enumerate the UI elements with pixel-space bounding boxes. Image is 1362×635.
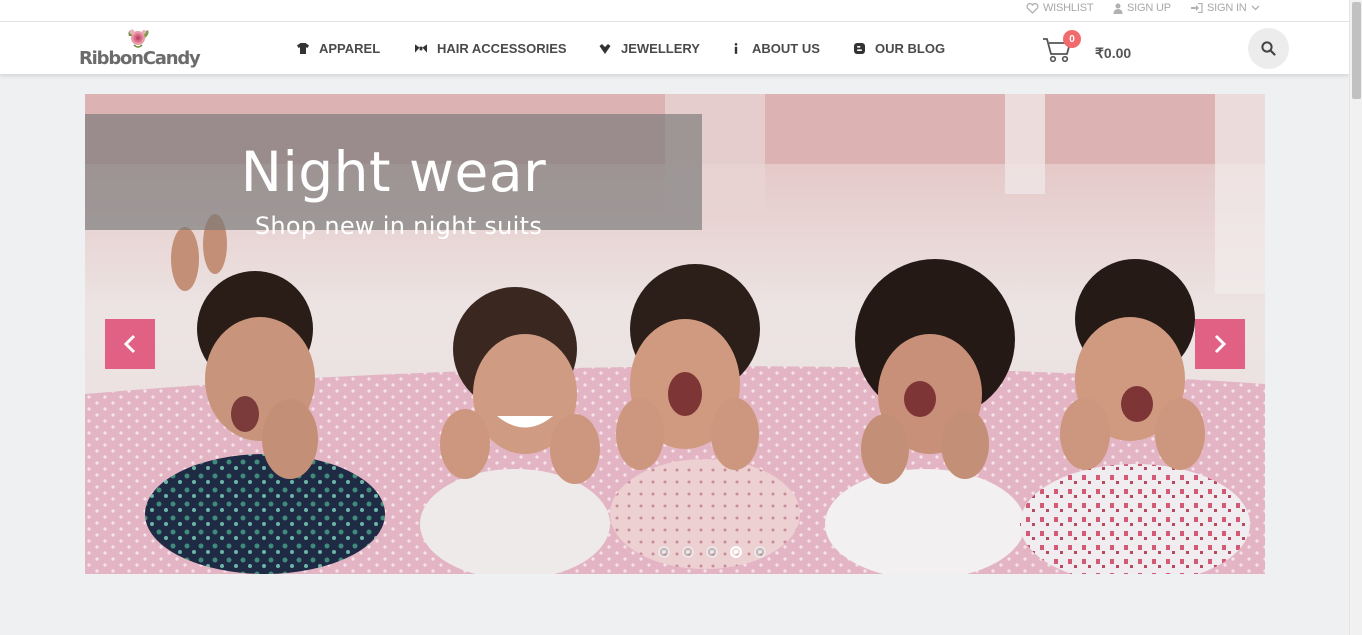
wishlist-label: WISHLIST — [1043, 2, 1094, 14]
brand-name: RibbonCandy — [79, 48, 201, 69]
cart-total: ₹0.00 — [1095, 45, 1132, 61]
brand-logo[interactable]: RibbonCandy — [79, 26, 201, 70]
signup-link[interactable]: SIGN UP — [1113, 2, 1171, 14]
slide-caption: Night wear Shop new in night suits — [85, 114, 702, 240]
slider-dot-1[interactable] — [658, 546, 670, 558]
signin-link[interactable]: SIGN IN — [1191, 2, 1260, 14]
hero-slider: Night wear Shop new in night suits — [85, 94, 1265, 574]
search-icon — [1261, 41, 1276, 56]
nav-hair-accessories[interactable]: HAIR ACCESSORIES — [415, 22, 567, 74]
info-icon — [730, 42, 742, 54]
nav-about-us[interactable]: ABOUT US — [730, 22, 820, 74]
slider-next-button[interactable] — [1195, 319, 1245, 369]
slide-subtitle: Shop new in night suits — [254, 212, 543, 240]
nav-our-blog[interactable]: OUR BLOG — [853, 22, 945, 74]
nav-apparel[interactable]: APPAREL — [297, 22, 380, 74]
slide-title: Night wear — [240, 140, 547, 204]
user-icon — [1113, 3, 1123, 14]
chevron-down-icon — [1251, 5, 1260, 11]
slider-dot-5[interactable] — [754, 546, 766, 558]
top-utility-bar: WISHLIST SIGN UP SIGN IN — [0, 0, 1349, 22]
nav-label: JEWELLERY — [621, 40, 700, 56]
nav-label: APPAREL — [319, 40, 381, 56]
slider-prev-button[interactable] — [105, 319, 155, 369]
nav-label: HAIR ACCESSORIES — [437, 40, 567, 56]
signin-label: SIGN IN — [1207, 2, 1247, 14]
slider-dot-4[interactable] — [730, 546, 742, 558]
nav-label: OUR BLOG — [875, 40, 946, 56]
nav-jewellery[interactable]: JEWELLERY — [599, 22, 700, 74]
search-button[interactable] — [1248, 28, 1289, 69]
bow-icon — [415, 42, 427, 54]
slider-dot-2[interactable] — [682, 546, 694, 558]
cart-count-badge: 0 — [1063, 30, 1081, 48]
slider-pagination — [658, 546, 766, 558]
heart-icon — [1026, 2, 1039, 14]
gem-icon — [599, 42, 611, 54]
tshirt-icon — [297, 42, 309, 54]
slider-dot-3[interactable] — [706, 546, 718, 558]
wishlist-link[interactable]: WISHLIST — [1026, 2, 1094, 14]
signup-label: SIGN UP — [1127, 2, 1171, 14]
nav-label: ABOUT US — [752, 40, 820, 56]
page-scrollbar[interactable] — [1349, 0, 1362, 635]
chevron-left-icon — [123, 334, 136, 354]
main-header: RibbonCandy APPAREL HAIR ACCESSORIES JEW… — [0, 22, 1349, 74]
chevron-right-icon — [1214, 334, 1227, 354]
blogger-icon — [853, 42, 865, 54]
sign-in-icon — [1191, 3, 1203, 13]
scrollbar-thumb[interactable] — [1352, 2, 1361, 99]
